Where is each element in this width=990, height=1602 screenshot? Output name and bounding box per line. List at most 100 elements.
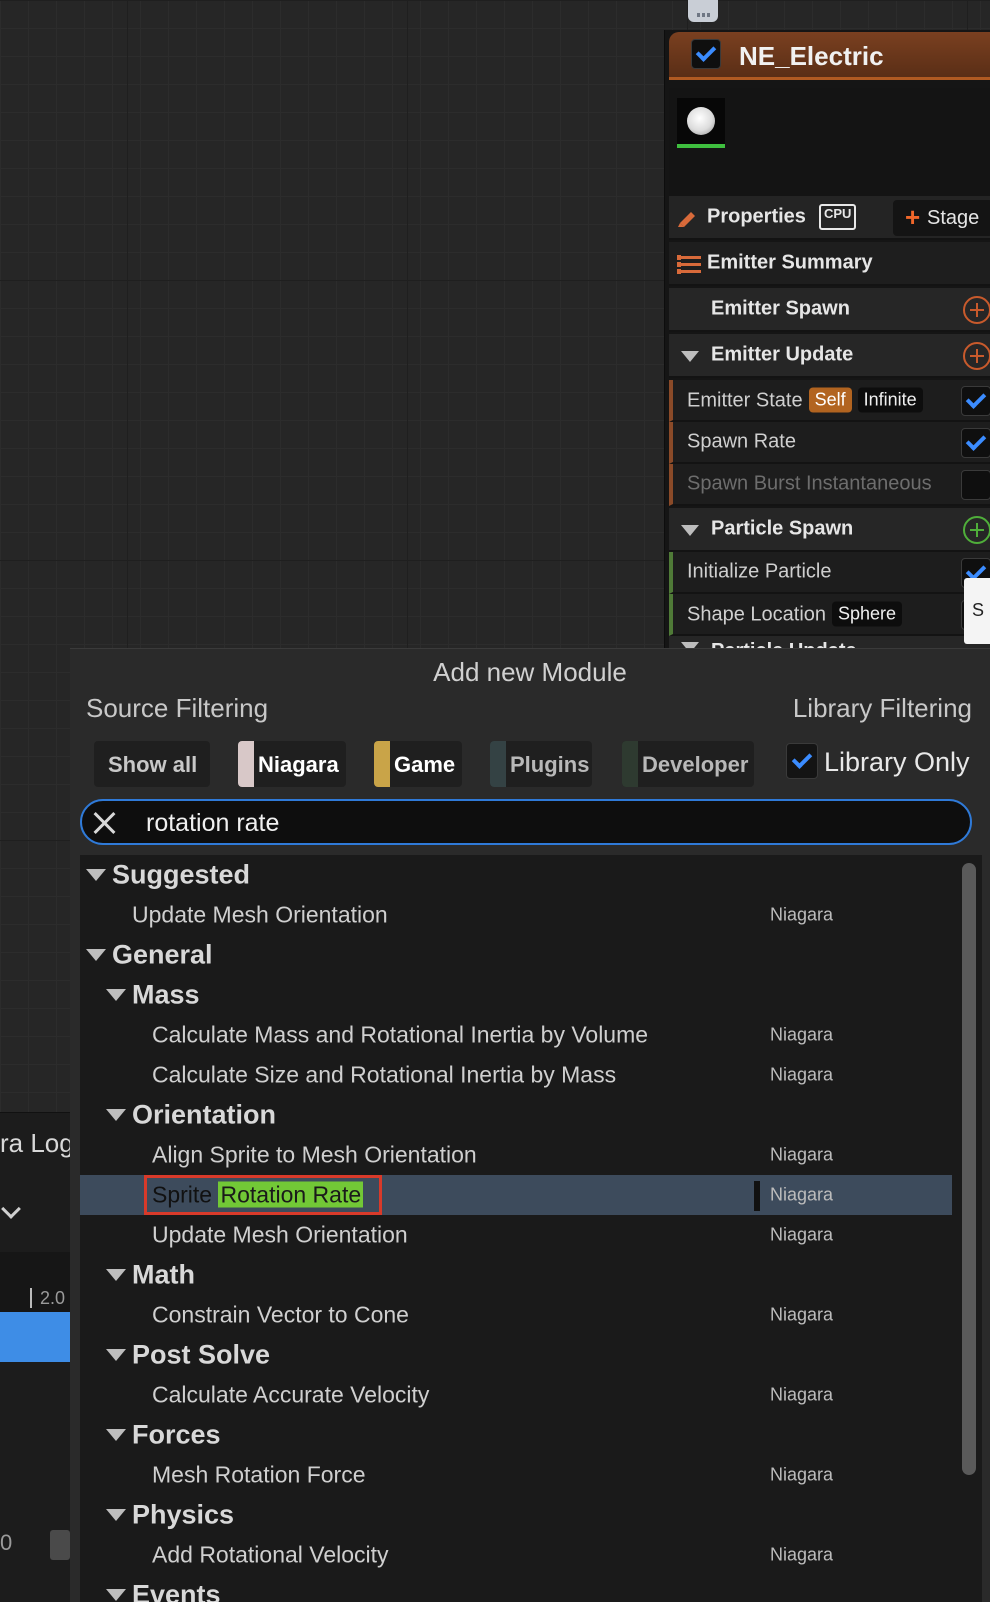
category-label: Events [132, 1579, 221, 1602]
module-enabled-checkbox[interactable] [961, 428, 990, 458]
library-only-checkbox[interactable] [786, 743, 818, 779]
expand-triangle-icon[interactable] [106, 1269, 126, 1281]
graph-pin-icon[interactable] [688, 0, 718, 22]
plus-icon [970, 303, 984, 317]
popup-title: Add new Module [433, 657, 627, 687]
add-module-button[interactable] [963, 296, 990, 324]
chip-label: Plugins [510, 752, 590, 777]
item-source: Niagara [770, 1064, 834, 1085]
scrollbar[interactable] [962, 863, 976, 1475]
add-stage-button[interactable]: + Stage [893, 200, 990, 236]
module-spawn-burst[interactable]: Spawn Burst Instantaneous [669, 464, 990, 506]
stage-label: Stage [927, 207, 980, 229]
add-module-button[interactable] [963, 342, 990, 370]
log-tab[interactable]: ra Log [0, 1128, 74, 1159]
item-source: Niagara [770, 1184, 834, 1205]
category-events[interactable]: Events [80, 1575, 952, 1602]
expand-triangle-icon[interactable] [86, 869, 106, 881]
search-input[interactable] [146, 807, 946, 839]
category-label: Post Solve [132, 1339, 271, 1370]
chip-color-bar [622, 741, 638, 787]
emitter-update-section[interactable]: Emitter Update [669, 334, 990, 378]
item-source: Niagara [770, 1144, 834, 1165]
list-item[interactable]: Calculate Mass and Rotational Inertia by… [80, 1015, 952, 1055]
emitter-thumbnail-area [669, 88, 990, 196]
emitter-header[interactable]: NE_Electric [669, 32, 990, 80]
chip-color-bar [490, 741, 506, 787]
collapse-triangle-icon[interactable] [681, 351, 699, 362]
plus-icon: + [905, 202, 921, 232]
expand-triangle-icon[interactable] [106, 1429, 126, 1441]
module-name: Spawn Rate [687, 430, 796, 453]
list-icon [677, 254, 701, 274]
expand-triangle-icon[interactable] [106, 1349, 126, 1361]
filter-plugins[interactable]: Plugins [490, 741, 592, 787]
check-icon [791, 747, 813, 769]
module-label: Shape Location Sphere [687, 601, 903, 627]
emitter-spawn-section[interactable]: Emitter Spawn [669, 288, 990, 332]
category-suggested[interactable]: Suggested [80, 855, 952, 895]
emitter-summary-row[interactable]: Emitter Summary [669, 242, 990, 286]
search-box [80, 799, 972, 845]
emitter-thumbnail[interactable] [677, 98, 725, 144]
sphere-icon [687, 107, 715, 135]
close-icon[interactable] [92, 811, 116, 835]
plus-icon [970, 523, 984, 537]
list-item[interactable]: Add Rotational Velocity Niagara [80, 1535, 952, 1575]
list-item[interactable]: Update Mesh Orientation Niagara [80, 895, 952, 935]
timeline-button[interactable] [50, 1530, 70, 1560]
category-mass[interactable]: Mass [80, 975, 952, 1015]
expand-triangle-icon[interactable] [106, 1509, 126, 1521]
plus-icon [970, 349, 984, 363]
category-post-solve[interactable]: Post Solve [80, 1335, 952, 1375]
module-emitter-state[interactable]: Emitter State Self Infinite [669, 380, 990, 422]
list-item[interactable]: Mesh Rotation Force Niagara [80, 1455, 952, 1495]
search-match-highlight: Rotation Rate [218, 1181, 364, 1208]
item-label: Update Mesh Orientation [152, 1221, 408, 1248]
emitter-enabled-checkbox[interactable] [691, 39, 721, 69]
filter-niagara[interactable]: Niagara [238, 741, 346, 787]
module-shape-location[interactable]: Shape Location Sphere [669, 594, 990, 636]
chip-label: Game [394, 752, 456, 777]
expand-triangle-icon[interactable] [106, 1109, 126, 1121]
module-enabled-checkbox[interactable] [961, 386, 990, 416]
list-item[interactable]: Constrain Vector to Cone Niagara [80, 1295, 952, 1335]
timeline-bar[interactable] [0, 1312, 70, 1362]
particle-spawn-section[interactable]: Particle Spawn [669, 508, 990, 552]
module-spawn-rate[interactable]: Spawn Rate [669, 422, 990, 464]
filter-game[interactable]: Game [374, 741, 462, 787]
module-initialize-particle[interactable]: Initialize Particle [669, 552, 990, 594]
item-label-prefix: Sprite [152, 1181, 219, 1208]
collapse-triangle-icon[interactable] [681, 525, 699, 536]
list-item[interactable]: Update Mesh Orientation Niagara [80, 1215, 952, 1255]
chip-color-bar [374, 741, 390, 787]
item-source: Niagara [770, 1384, 834, 1405]
filter-show-all[interactable]: Show all [94, 741, 210, 787]
expand-triangle-icon[interactable] [106, 1589, 126, 1601]
item-source: Niagara [770, 1024, 834, 1045]
pencil-icon [678, 212, 695, 227]
list-item-selected[interactable]: Sprite Rotation Rate Niagara [80, 1175, 952, 1215]
list-item[interactable]: Calculate Size and Rotational Inertia by… [80, 1055, 952, 1095]
list-item[interactable]: Calculate Accurate Velocity Niagara [80, 1375, 952, 1415]
category-label: Physics [132, 1499, 235, 1530]
emitter-node: NE_Electric Properties CPU + Stage Emitt… [664, 30, 990, 658]
filter-developer[interactable]: Developer [622, 741, 754, 787]
category-general[interactable]: General [80, 935, 952, 975]
module-name: Shape Location [687, 603, 827, 626]
category-label: Forces [132, 1419, 221, 1450]
category-label: General [112, 939, 213, 970]
module-enabled-checkbox[interactable] [961, 470, 990, 500]
category-math[interactable]: Math [80, 1255, 952, 1295]
timeline-zero-label: 0 [0, 1530, 13, 1555]
category-forces[interactable]: Forces [80, 1415, 952, 1455]
add-module-button[interactable] [963, 516, 990, 544]
category-physics[interactable]: Physics [80, 1495, 952, 1535]
expand-triangle-icon[interactable] [86, 949, 106, 961]
properties-row[interactable]: Properties CPU + Stage [669, 196, 990, 240]
list-item[interactable]: Align Sprite to Mesh Orientation Niagara [80, 1135, 952, 1175]
expand-triangle-icon[interactable] [106, 989, 126, 1001]
category-orientation[interactable]: Orientation [80, 1095, 952, 1135]
item-label: Calculate Accurate Velocity [152, 1381, 430, 1408]
category-label: Math [132, 1259, 195, 1290]
